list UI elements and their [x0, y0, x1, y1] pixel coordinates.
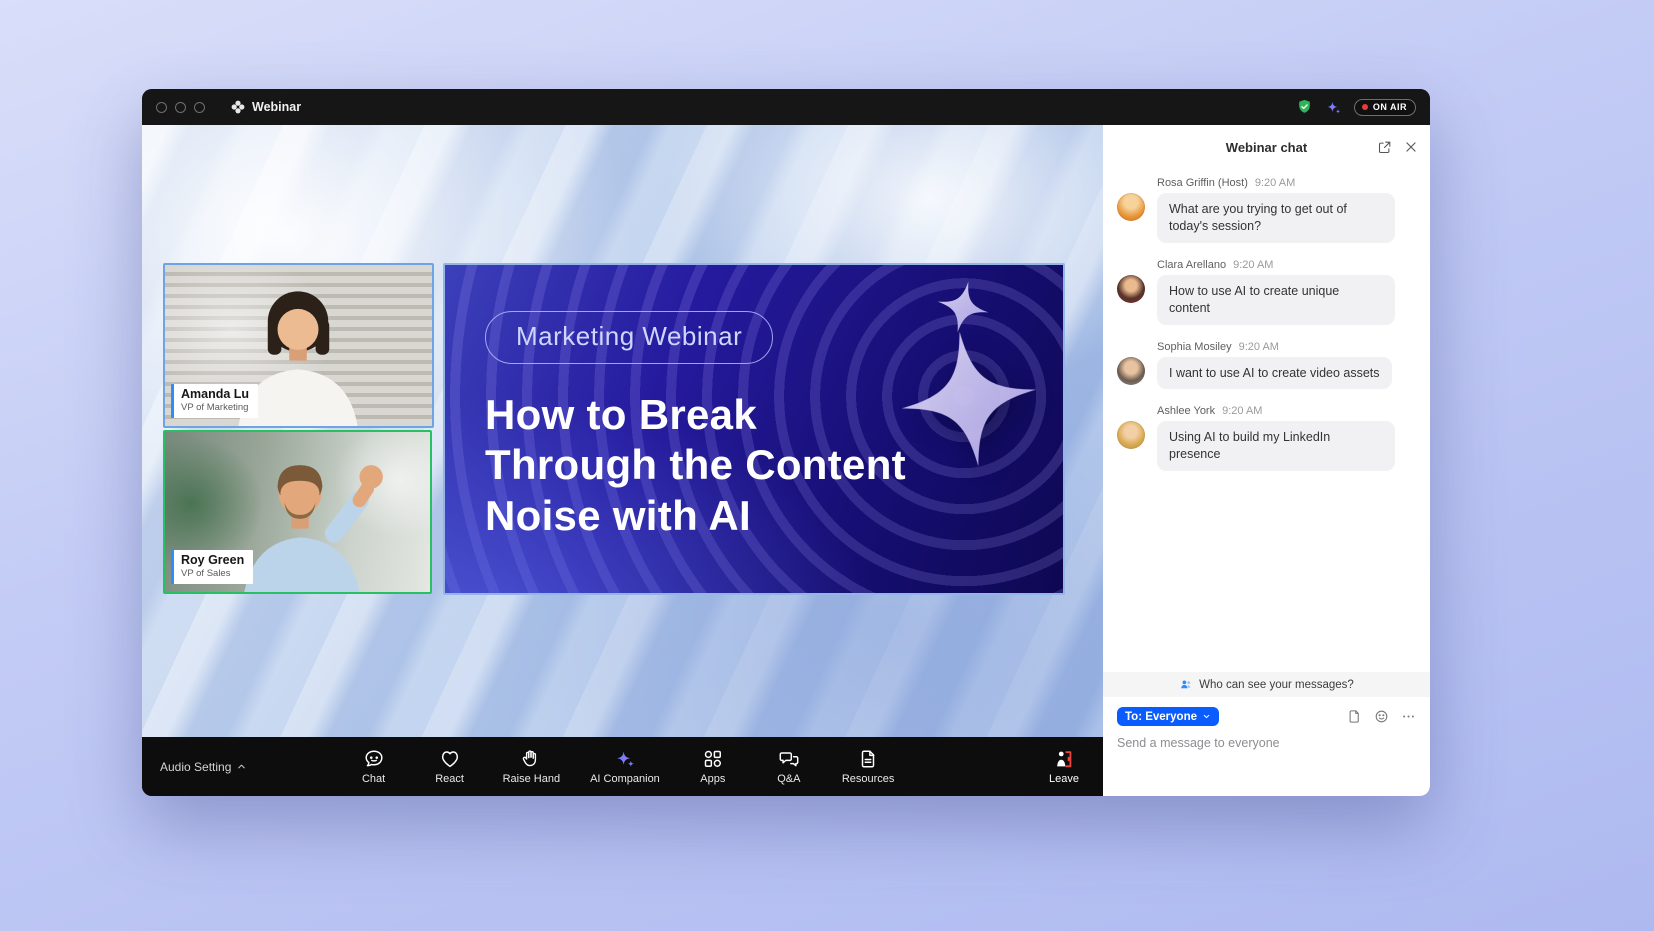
toolbar-resources-button[interactable]: Resources: [842, 748, 895, 785]
window-zoom-button[interactable]: [194, 102, 205, 113]
avatar: [1117, 275, 1145, 303]
toolbar-raise-hand-button[interactable]: Raise Hand: [503, 748, 560, 785]
message-time: 9:20 AM: [1233, 259, 1273, 271]
webinar-window: Webinar ON AIR: [142, 89, 1430, 796]
message-bubble: How to use AI to create unique content: [1157, 275, 1395, 325]
message-input[interactable]: [1103, 726, 1430, 750]
toolbar-leave-button[interactable]: Leave: [1049, 748, 1079, 785]
window-minimize-button[interactable]: [175, 102, 186, 113]
file-attach-icon[interactable]: [1347, 709, 1362, 724]
chat-message: Ashlee York 9:20 AM Using AI to build my …: [1117, 405, 1416, 471]
message-time: 9:20 AM: [1222, 405, 1262, 417]
more-options-icon[interactable]: [1401, 709, 1416, 724]
heart-icon: [439, 748, 461, 770]
chat-message: Rosa Griffin (Host) 9:20 AM What are you …: [1117, 177, 1416, 243]
speaker-role: VP of Marketing: [181, 402, 249, 414]
window-close-button[interactable]: [156, 102, 167, 113]
on-air-dot: [1362, 104, 1368, 110]
qa-icon: [778, 748, 800, 770]
to-everyone-selector[interactable]: To: Everyone: [1117, 707, 1219, 726]
toolbar-ai-companion-button[interactable]: AI Companion: [590, 748, 660, 785]
chevron-down-icon: [1202, 712, 1211, 721]
message-time: 9:20 AM: [1255, 177, 1295, 189]
slide-decor-star-big: [892, 322, 1046, 476]
chat-panel: Webinar chat Rosa Griffin (Host) 9:20 AM: [1103, 125, 1430, 796]
message-bubble: What are you trying to get out of today'…: [1157, 193, 1395, 243]
window-title: Webinar: [231, 100, 301, 114]
close-icon[interactable]: [1404, 140, 1418, 154]
shared-slide: Marketing Webinar How to Break Through t…: [443, 263, 1065, 595]
chat-message: Sophia Mosiley 9:20 AM I want to use AI t…: [1117, 341, 1416, 390]
desktop: { "window": { "title": "Webinar", "on_ai…: [0, 0, 1654, 931]
speaker-name: Roy Green: [181, 553, 244, 569]
avatar: [1117, 357, 1145, 385]
chat-header: Webinar chat: [1103, 125, 1430, 169]
resources-icon: [857, 748, 879, 770]
chat-message-list: Rosa Griffin (Host) 9:20 AM What are you …: [1103, 169, 1430, 672]
speaker-name: Amanda Lu: [181, 387, 249, 403]
avatar: [1117, 421, 1145, 449]
speaker-name-tag: Roy Green VP of Sales: [171, 550, 253, 585]
message-author: Sophia Mosiley: [1157, 341, 1232, 353]
ai-companion-sparkle-icon[interactable]: [1325, 99, 1342, 116]
toolbar-qa-button[interactable]: Q&A: [766, 748, 812, 785]
composer-toolbar: To: Everyone: [1103, 697, 1430, 726]
leave-icon: [1053, 748, 1075, 770]
message-time: 9:20 AM: [1239, 341, 1279, 353]
toolbar-apps-button[interactable]: Apps: [690, 748, 736, 785]
message-bubble: Using AI to build my LinkedIn presence: [1157, 421, 1395, 471]
meeting-toolbar: Audio Setting Chat React: [142, 737, 1103, 796]
audio-setting-button[interactable]: Audio Setting: [160, 760, 247, 774]
message-author: Clara Arellano: [1157, 259, 1226, 271]
message-bubble: I want to use AI to create video assets: [1157, 357, 1392, 390]
video-area: Amanda Lu VP of Marketing: [142, 125, 1103, 737]
webinar-stage: Amanda Lu VP of Marketing: [142, 125, 1103, 796]
speaker-video-roy[interactable]: Roy Green VP of Sales: [163, 430, 432, 594]
toolbar-react-button[interactable]: React: [427, 748, 473, 785]
speaker-name-tag: Amanda Lu VP of Marketing: [171, 384, 258, 419]
chevron-up-icon: [236, 761, 247, 772]
people-icon: [1179, 678, 1193, 691]
message-author: Rosa Griffin (Host): [1157, 177, 1248, 189]
webinar-icon: [231, 100, 245, 114]
on-air-badge: ON AIR: [1354, 99, 1416, 116]
window-controls: [156, 102, 205, 113]
toolbar-chat-button[interactable]: Chat: [351, 748, 397, 785]
window-titlebar: Webinar ON AIR: [142, 89, 1430, 125]
avatar: [1117, 193, 1145, 221]
popout-icon[interactable]: [1377, 140, 1392, 155]
chat-icon: [363, 748, 385, 770]
raise-hand-icon: [520, 748, 542, 770]
message-visibility-info[interactable]: Who can see your messages?: [1103, 672, 1430, 697]
chat-message: Clara Arellano 9:20 AM How to use AI to c…: [1117, 259, 1416, 325]
security-shield-icon: [1296, 98, 1313, 116]
emoji-icon[interactable]: [1374, 709, 1389, 724]
slide-badge: Marketing Webinar: [485, 311, 773, 364]
apps-icon: [702, 748, 724, 770]
chat-footer: Who can see your messages? To: Everyone: [1103, 672, 1430, 796]
ai-companion-icon: [614, 748, 636, 770]
speaker-video-amanda[interactable]: Amanda Lu VP of Marketing: [163, 263, 434, 428]
message-author: Ashlee York: [1157, 405, 1215, 417]
speaker-role: VP of Sales: [181, 568, 244, 580]
